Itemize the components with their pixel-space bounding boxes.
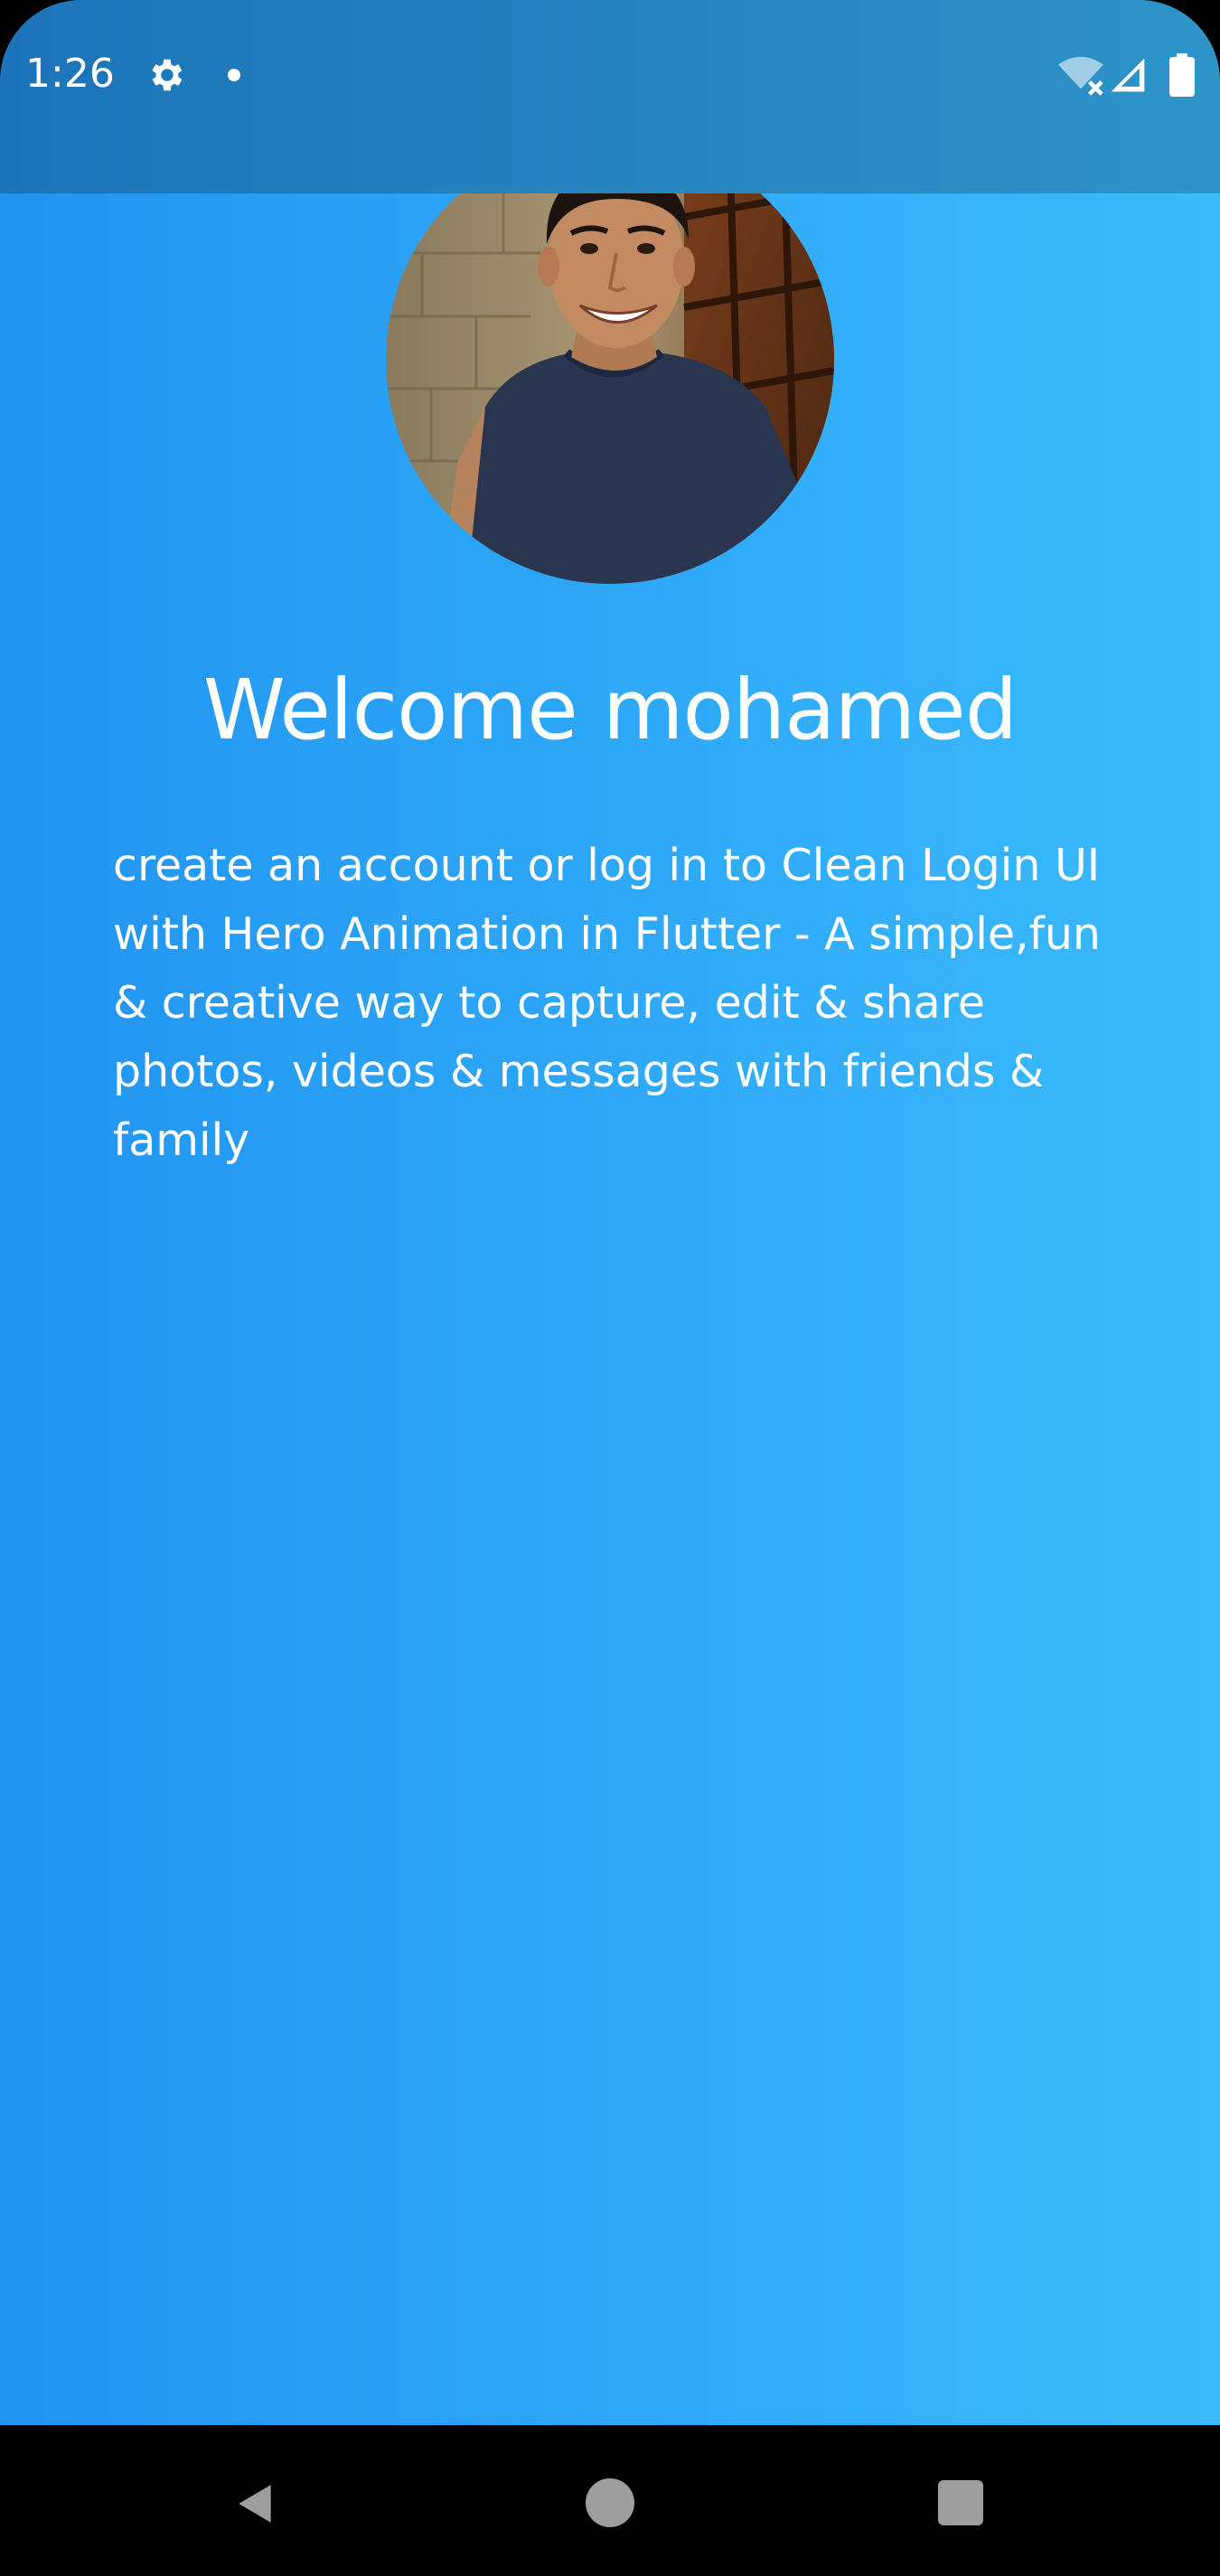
cell-signal-icon [1111,58,1145,92]
avatar-photo [386,136,834,584]
recents-icon[interactable] [938,2480,983,2525]
notification-dot-icon [228,69,240,81]
status-bar: 1:26 [0,0,1220,193]
welcome-title: Welcome mohamed [202,662,1018,758]
device-frame: 1:26 Welcome mohamed create an account o… [0,0,1220,2576]
wifi-off-icon [1058,56,1103,96]
status-time: 1:26 [25,51,115,97]
back-icon[interactable] [233,2481,278,2526]
app-screen: 1:26 Welcome mohamed create an account o… [0,0,1220,2425]
battery-icon [1169,53,1195,97]
home-icon[interactable] [586,2478,634,2527]
profile-avatar[interactable] [386,136,834,584]
gear-icon [152,59,183,91]
welcome-description: create an account or log in to Clean Log… [113,840,1101,1166]
